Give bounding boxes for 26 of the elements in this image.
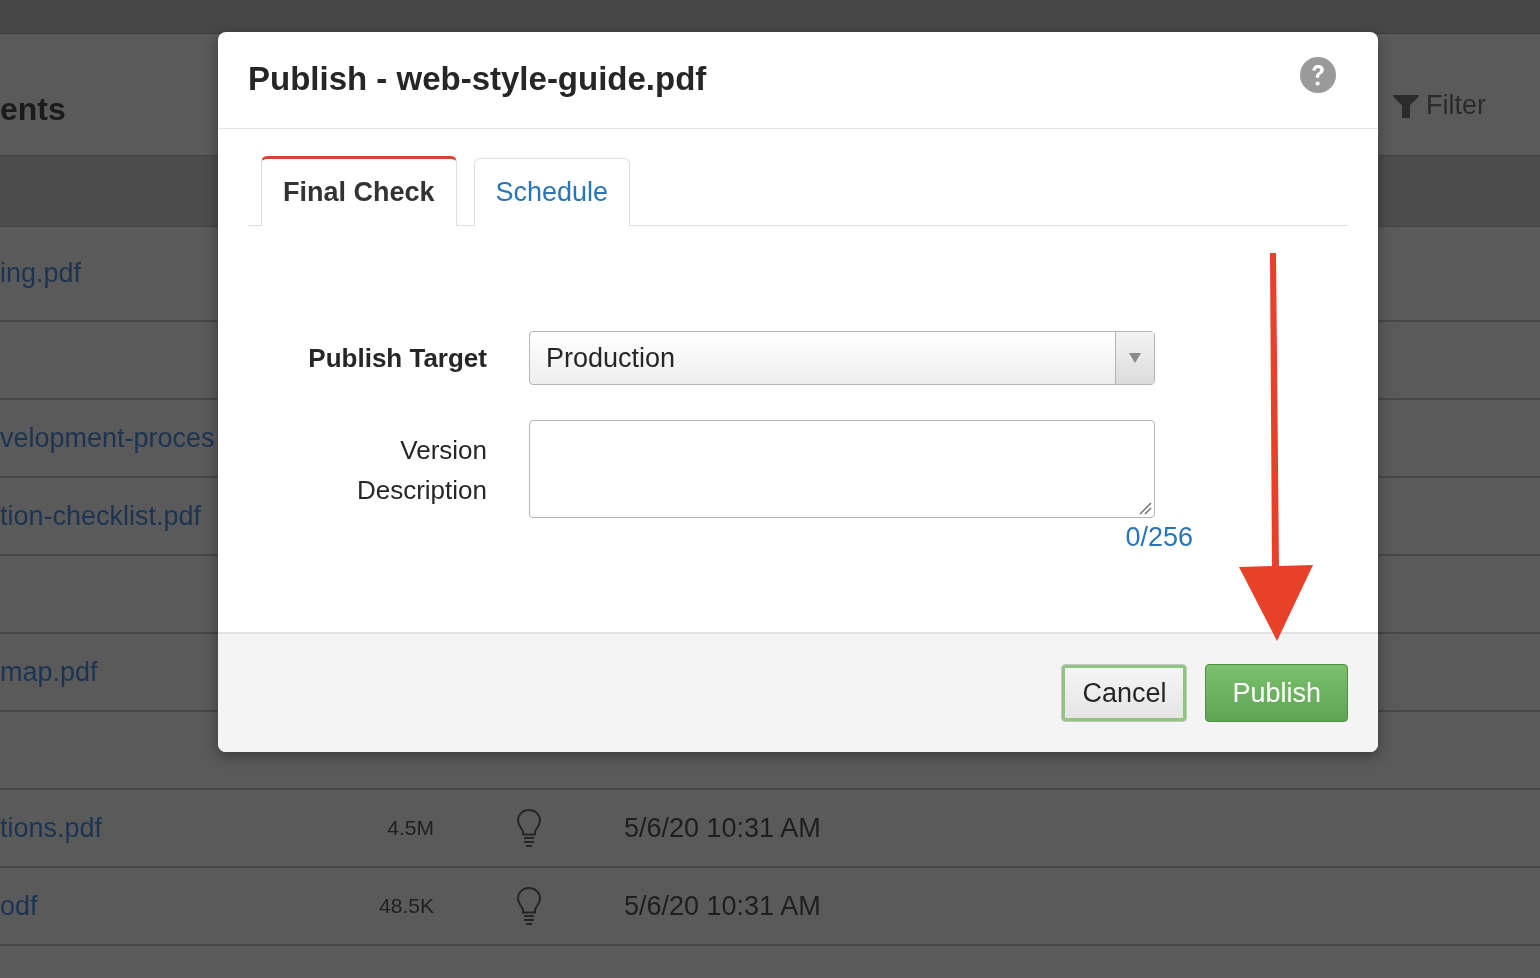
publish-button[interactable]: Publish xyxy=(1205,664,1348,722)
caret-icon xyxy=(1129,353,1141,363)
modified-date: 5/6/20 10:31 AM xyxy=(624,812,821,843)
tab[interactable]: Final Check xyxy=(261,156,457,226)
resize-grip-icon[interactable] xyxy=(1138,501,1152,515)
file-link[interactable]: ing.pdf xyxy=(0,258,82,288)
file-link[interactable]: tion-checklist.pdf xyxy=(0,500,202,531)
file-link[interactable]: map.pdf xyxy=(0,656,98,687)
help-icon[interactable] xyxy=(1300,57,1336,93)
dialog-title: Publish - web-style-guide.pdf xyxy=(248,60,707,98)
cancel-button[interactable]: Cancel xyxy=(1061,664,1188,722)
lightbulb-icon xyxy=(516,886,542,926)
character-counter: 0/256 xyxy=(1125,522,1193,553)
modified-date: 5/6/20 10:31 AM xyxy=(624,890,821,921)
file-link[interactable]: velopment-proces xyxy=(0,422,215,453)
file-size: 4.5M xyxy=(387,816,434,839)
file-size: 48.5K xyxy=(379,894,434,917)
tab[interactable]: Schedule xyxy=(473,158,631,226)
publish-target-select[interactable]: Production xyxy=(529,331,1155,385)
field-label: Publish Target xyxy=(307,342,487,374)
file-link[interactable]: odf xyxy=(0,890,38,921)
page-heading: ents xyxy=(0,91,66,128)
lightbulb-icon xyxy=(516,808,542,848)
file-link[interactable]: tions.pdf xyxy=(0,812,103,843)
field-label: Version Description xyxy=(355,434,487,507)
description-field[interactable] xyxy=(529,420,1155,518)
